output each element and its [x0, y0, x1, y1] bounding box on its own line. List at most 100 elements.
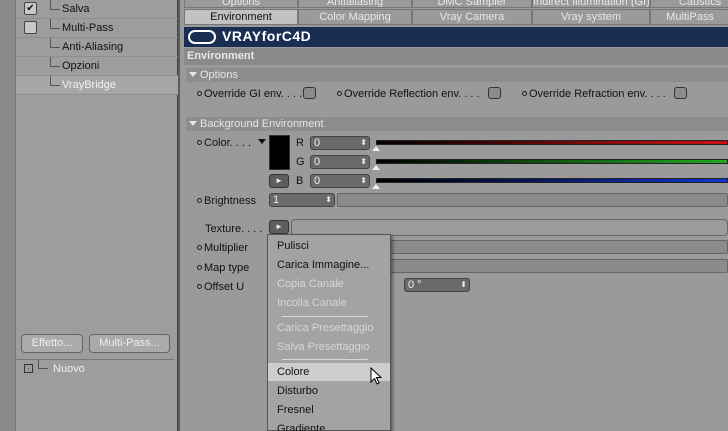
tab-vray-system[interactable]: Vray system — [532, 9, 650, 25]
menu-item-fresnel[interactable]: Fresnel — [268, 401, 390, 419]
color-dropdown-arrow-icon[interactable] — [258, 139, 266, 144]
b-slider[interactable] — [376, 178, 728, 183]
spinner-icon[interactable]: ⬍ — [360, 137, 367, 149]
spinner-icon[interactable]: ⬍ — [325, 194, 332, 206]
color-swatch[interactable] — [269, 135, 290, 170]
g-label: G — [296, 156, 305, 168]
tree-line — [50, 19, 60, 29]
effect-button[interactable]: Effetto... — [21, 334, 83, 353]
tree-line — [38, 360, 48, 369]
list-item-label: Nuovo — [53, 363, 85, 375]
menu-item-carica-presettaggio[interactable]: Carica Presettaggio — [268, 319, 390, 337]
menu-item-pulisci[interactable]: Pulisci — [268, 237, 390, 255]
salva-checkbox[interactable]: ✔ — [24, 2, 37, 15]
offset-u-field[interactable]: 0 ° ⬍ — [404, 278, 470, 292]
list-item-multipass[interactable]: Multi-Pass — [16, 19, 178, 38]
collapse-arrow-icon — [189, 121, 197, 126]
color-label: Color. . . . — [197, 137, 251, 149]
multipass-checkbox[interactable] — [24, 21, 37, 34]
menu-item-carica-immagine[interactable]: Carica Immagine... — [268, 256, 390, 274]
tab-multipass[interactable]: MultiPass — [650, 9, 728, 25]
override-refraction-checkbox[interactable] — [674, 87, 687, 99]
list-item-nuovo[interactable]: · Nuovo — [16, 359, 174, 378]
r-value: 0 — [314, 137, 321, 149]
override-refraction-text: Override Refraction env. . . . — [529, 88, 666, 100]
brightness-slider[interactable] — [337, 193, 728, 207]
animation-dot-icon[interactable] — [197, 198, 202, 203]
color-mode-button[interactable]: ► — [269, 174, 289, 188]
override-reflection-text: Override Reflection env. . . . — [344, 88, 480, 100]
offset-u-value: 0 ° — [408, 279, 422, 291]
maptype-label-text: Map type — [204, 262, 250, 274]
texture-menu-button[interactable]: ► — [269, 220, 289, 234]
tab-caustics[interactable]: Caustics — [650, 0, 728, 8]
list-item-label: Multi-Pass — [62, 22, 114, 34]
slider-handle-icon[interactable] — [372, 146, 380, 151]
multiplier-label: Multiplier — [197, 242, 248, 254]
g-value-field[interactable]: 0 ⬍ — [310, 155, 370, 169]
animation-dot-icon[interactable] — [197, 91, 202, 96]
menu-item-salva-presettaggio[interactable]: Salva Presettaggio — [268, 338, 390, 356]
b-value-field[interactable]: 0 ⬍ — [310, 174, 370, 188]
spinner-icon[interactable]: ⬍ — [460, 279, 467, 291]
animation-dot-icon[interactable] — [337, 91, 342, 96]
override-gi-label: Override GI env. . . . — [197, 88, 302, 100]
g-slider[interactable] — [376, 159, 728, 164]
slider-handle-icon[interactable] — [372, 184, 380, 189]
texture-popup-menu: Pulisci Carica Immagine... Copia Canale … — [267, 234, 391, 431]
menu-item-copia-canale[interactable]: Copia Canale — [268, 275, 390, 293]
tab-color-mapping[interactable]: Color Mapping — [298, 9, 412, 25]
menu-item-gradiente[interactable]: Gradiente — [268, 420, 390, 431]
list-item-vraybridge[interactable]: VrayBridge — [16, 76, 178, 95]
animation-dot-icon[interactable] — [197, 265, 202, 270]
r-slider[interactable] — [376, 140, 728, 145]
b-value: 0 — [314, 175, 321, 187]
tab-dmc-sampler[interactable]: DMC Sampler — [412, 0, 532, 8]
r-value-field[interactable]: 0 ⬍ — [310, 136, 370, 150]
tab-environment[interactable]: Environment — [184, 9, 298, 25]
expand-icon[interactable]: · — [24, 364, 33, 373]
override-gi-checkbox[interactable] — [303, 87, 316, 99]
tab-options[interactable]: Options — [184, 0, 298, 8]
tab-antialiasing[interactable]: Antialiasing — [298, 0, 412, 8]
slider-handle-icon[interactable] — [372, 165, 380, 170]
override-gi-text: Override GI env. . . . — [204, 88, 303, 100]
tree-line — [50, 0, 60, 10]
animation-dot-icon[interactable] — [522, 91, 527, 96]
list-item-label: Salva — [62, 3, 90, 15]
color-label-text: Color. . . . — [204, 137, 252, 149]
tab-indirect-illumination[interactable]: Indirect Illumination (GI) — [532, 0, 650, 8]
brightness-field[interactable]: 1 ⬍ — [269, 193, 335, 207]
list-item-opzioni[interactable]: Opzioni — [16, 57, 178, 76]
list-item-label: VrayBridge — [62, 79, 117, 91]
tab-vray-camera[interactable]: Vray Camera — [412, 9, 532, 25]
menu-item-incolla-canale[interactable]: Incolla Canale — [268, 294, 390, 312]
texture-label: Texture. . . . — [205, 223, 263, 235]
maptype-label: Map type — [197, 262, 249, 274]
offset-u-label: Offset U — [197, 281, 244, 293]
animation-dot-icon[interactable] — [197, 284, 202, 289]
animation-dot-icon[interactable] — [197, 140, 202, 145]
r-label: R — [296, 137, 304, 149]
render-settings-list: ✔ Salva Multi-Pass Anti-Aliasing Opzioni… — [0, 0, 178, 431]
list-item-label: Anti-Aliasing — [62, 41, 124, 53]
override-reflection-checkbox[interactable] — [488, 87, 501, 99]
maptype-dropdown[interactable] — [390, 259, 728, 273]
brightness-value: 1 — [273, 194, 280, 206]
multipass-button[interactable]: Multi-Pass... — [89, 334, 170, 353]
spinner-icon[interactable]: ⬍ — [360, 156, 367, 168]
background-group-header[interactable]: Background Environment — [186, 117, 728, 131]
options-group-header[interactable]: Options — [186, 68, 728, 82]
left-strip — [0, 0, 16, 431]
override-refraction-label: Override Refraction env. . . . — [522, 88, 666, 100]
list-item-antialiasing[interactable]: Anti-Aliasing — [16, 38, 178, 57]
g-value: 0 — [314, 156, 321, 168]
multiplier-slider[interactable] — [390, 240, 728, 254]
vray-logo-icon — [188, 30, 216, 44]
group-title: Options — [200, 69, 238, 81]
list-item-salva[interactable]: ✔ Salva — [16, 0, 178, 19]
multiplier-label-text: Multiplier — [204, 242, 249, 254]
spinner-icon[interactable]: ⬍ — [360, 175, 367, 187]
animation-dot-icon[interactable] — [197, 245, 202, 250]
section-title: Environment — [184, 48, 728, 65]
